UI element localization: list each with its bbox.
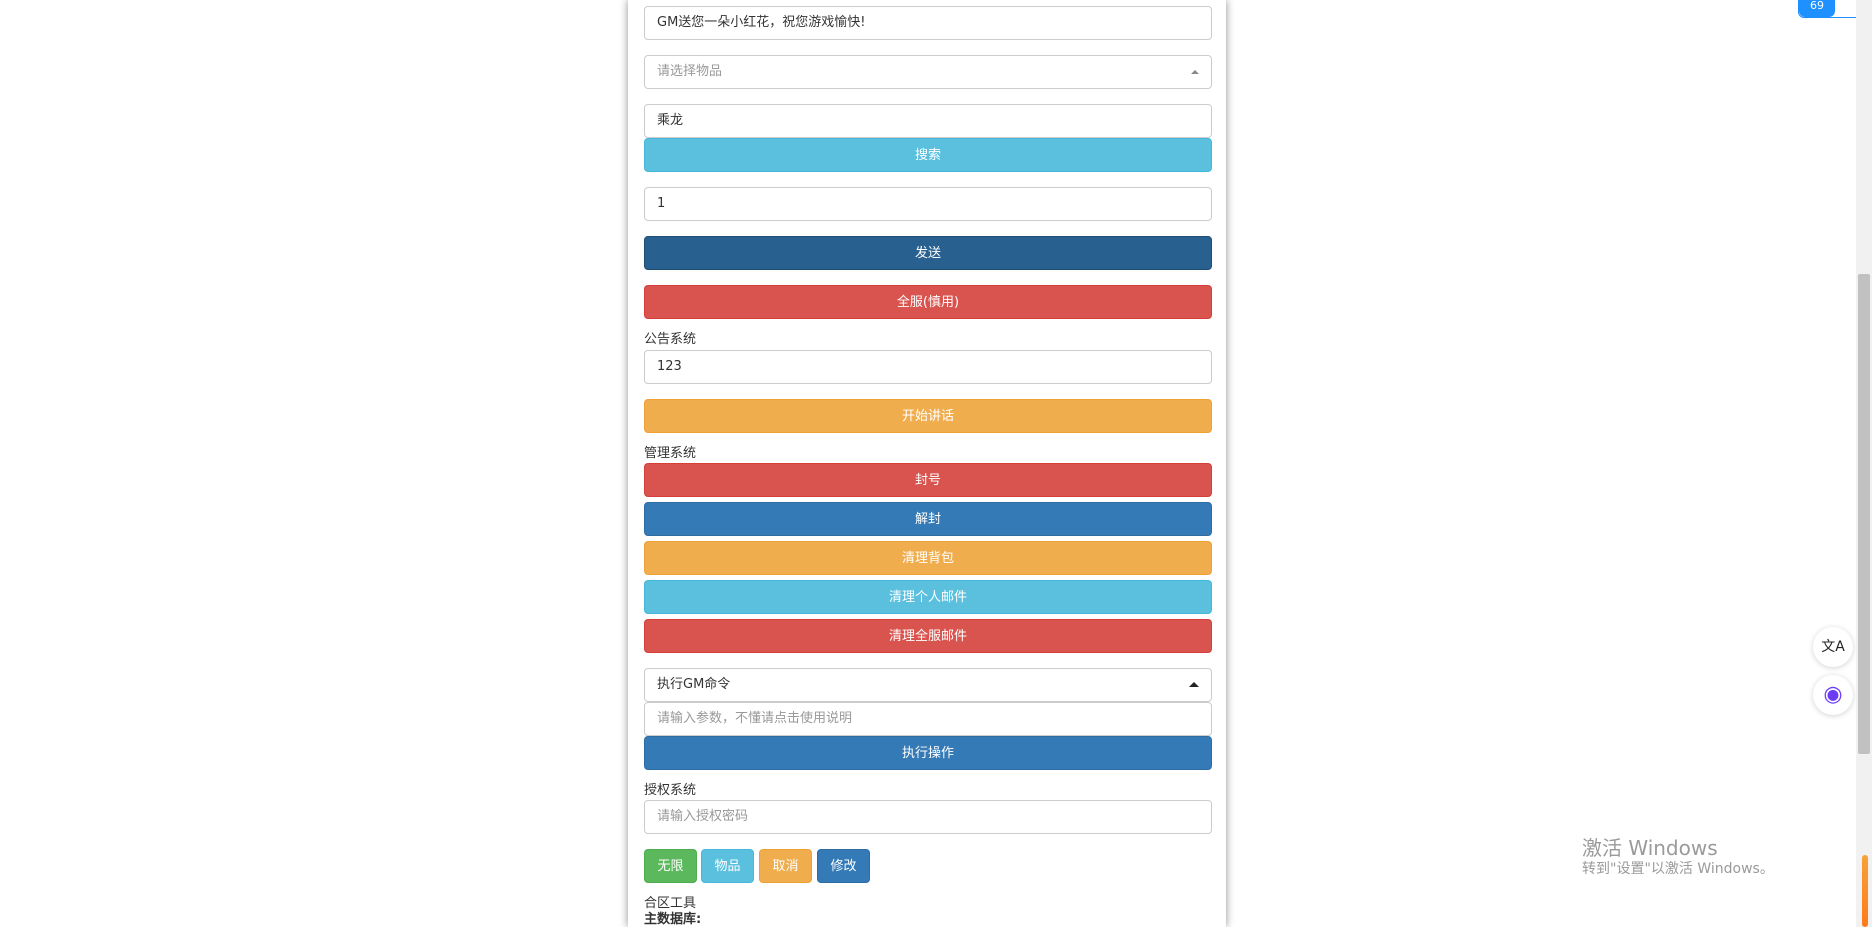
quantity-input[interactable]: 1 <box>644 187 1212 221</box>
all-server-button[interactable]: 全服(慎用) <box>644 285 1212 319</box>
clear-personal-mail-button[interactable]: 清理个人邮件 <box>644 580 1212 614</box>
translate-icon[interactable]: 文A <box>1813 627 1853 667</box>
item-select[interactable]: 请选择物品 <box>644 55 1212 89</box>
caret-up-icon <box>1189 682 1199 687</box>
auth-cancel-button[interactable]: 取消 <box>759 849 812 883</box>
send-button[interactable]: 发送 <box>644 236 1212 270</box>
announcement-value: 123 <box>657 359 682 374</box>
auth-password-input[interactable]: 请输入授权密码 <box>644 800 1212 834</box>
announcement-section-label: 公告系统 <box>644 332 697 347</box>
unban-button[interactable]: 解封 <box>644 502 1212 536</box>
gm-command-select-value: 执行GM命令 <box>657 677 731 692</box>
item-select-placeholder: 请选择物品 <box>657 64 723 79</box>
caret-up-icon <box>1191 70 1199 74</box>
auth-password-placeholder: 请输入授权密码 <box>657 809 749 824</box>
activation-watermark-title: 激活 Windows <box>1582 836 1718 860</box>
gm-command-select[interactable]: 执行GM命令 <box>644 668 1212 702</box>
mail-message-input[interactable]: GM送您一朵小红花，祝您游戏愉快! <box>644 6 1212 40</box>
gm-param-input[interactable]: 请输入参数，不懂请点击使用说明 <box>644 702 1212 736</box>
quantity-value: 1 <box>657 196 666 211</box>
auth-unlimited-button[interactable]: 无限 <box>644 849 697 883</box>
item-search-value: 乘龙 <box>657 113 684 128</box>
clear-bag-button[interactable]: 清理背包 <box>644 541 1212 575</box>
authorization-section-label: 授权系统 <box>644 783 697 798</box>
gm-panel: GM送您一朵小红花，祝您游戏愉快! 请选择物品 乘龙 搜索 1 发送 全服(慎用… <box>628 0 1226 927</box>
main-db-label: 主数据库: <box>644 912 702 927</box>
ban-button[interactable]: 封号 <box>644 463 1212 497</box>
activation-watermark-subtitle: 转到"设置"以激活 Windows。 <box>1582 861 1774 877</box>
auth-modify-button[interactable]: 修改 <box>817 849 870 883</box>
corner-badge-count: 69 <box>1799 0 1835 17</box>
page-scrollbar-thumb[interactable] <box>1858 274 1870 754</box>
execute-button[interactable]: 执行操作 <box>644 736 1212 770</box>
mail-message-value: GM送您一朵小红花，祝您游戏愉快! <box>657 15 866 30</box>
start-talk-button[interactable]: 开始讲话 <box>644 399 1212 433</box>
assistant-icon[interactable]: ◉ <box>1813 675 1853 715</box>
announcement-input[interactable]: 123 <box>644 350 1212 384</box>
side-scroll-indicator[interactable] <box>1862 855 1868 927</box>
clear-server-mail-button[interactable]: 清理全服邮件 <box>644 619 1212 653</box>
merge-tools-section-label: 合区工具 <box>644 896 697 911</box>
item-search-input[interactable]: 乘龙 <box>644 104 1212 138</box>
management-section-label: 管理系统 <box>644 446 697 461</box>
auth-item-button[interactable]: 物品 <box>701 849 754 883</box>
search-button[interactable]: 搜索 <box>644 138 1212 172</box>
gm-param-placeholder: 请输入参数，不懂请点击使用说明 <box>657 711 853 726</box>
